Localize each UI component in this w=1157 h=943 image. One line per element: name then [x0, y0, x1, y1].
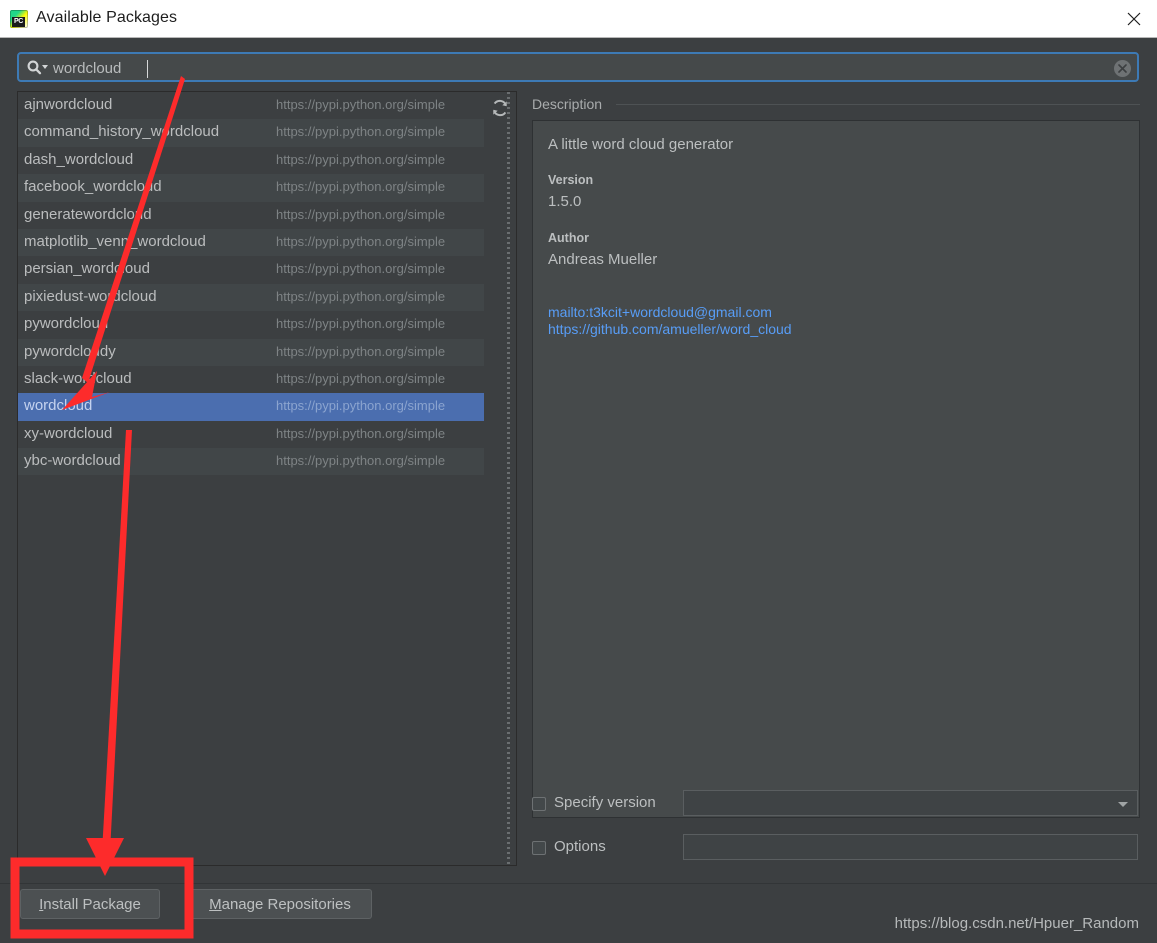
search-field[interactable]: [17, 52, 1139, 82]
package-row[interactable]: facebook_wordcloud https://pypi.python.or…: [18, 174, 485, 202]
list-side-column: [484, 92, 516, 865]
pycharm-icon: [10, 10, 28, 28]
bottom-divider: [0, 883, 1157, 884]
package-row[interactable]: xy-wordcloud https://pypi.python.org/simp…: [18, 420, 485, 449]
package-repository: https://pypi.python.org/simple: [276, 316, 446, 332]
mailto-link[interactable]: mailto:t3kcit+wordcloud@gmail.com: [548, 304, 772, 320]
options-label: Options: [554, 838, 606, 855]
clear-search-icon[interactable]: [1114, 60, 1131, 77]
package-row[interactable]: slack-wordcloud https://pypi.python.org/s…: [18, 365, 485, 394]
version-label: Version: [548, 173, 594, 187]
options-input[interactable]: [683, 834, 1138, 860]
package-row[interactable]: persian_wordcloud https://pypi.python.org…: [18, 256, 485, 284]
options-checkbox[interactable]: [532, 841, 546, 855]
author-label: Author: [548, 231, 589, 245]
description-title: Description: [532, 96, 610, 112]
package-row[interactable]: pywordcloud https://pypi.python.org/simpl…: [18, 311, 485, 339]
package-row[interactable]: command_history_wordcloud https://pypi.py…: [18, 119, 485, 147]
author-value: Andreas Mueller: [548, 251, 658, 268]
package-repository: https://pypi.python.org/simple: [276, 97, 446, 112]
description-header: Description: [532, 96, 1140, 116]
window-title-bar: Available Packages: [0, 0, 1157, 38]
package-name: pywordcloudy: [24, 342, 116, 360]
package-repository: https://pypi.python.org/simple: [276, 261, 446, 277]
package-repository: https://pypi.python.org/simple: [276, 179, 446, 195]
package-row[interactable]: ybc-wordcloud https://pypi.python.org/sim…: [18, 448, 485, 476]
text-cursor: [147, 60, 148, 78]
package-repository: https://pypi.python.org/simple: [276, 288, 446, 304]
package-name: command_history_wordcloud: [24, 123, 220, 141]
package-name: facebook_wordcloud: [24, 178, 162, 196]
package-row[interactable]: pixiedust-wordcloud https://pypi.python.o…: [18, 283, 485, 312]
version-value: 1.5.0: [548, 193, 582, 210]
package-name: pywordcloud: [24, 315, 109, 333]
description-rule: [616, 104, 1140, 105]
package-row[interactable]: ajnwordcloud https://pypi.python.org/simp…: [18, 92, 485, 120]
package-repository: https://pypi.python.org/simple: [276, 233, 446, 249]
package-name: xy-wordcloud: [24, 424, 113, 442]
watermark-text: https://blog.csdn.net/Hpuer_Random: [894, 915, 1139, 932]
available-packages-dialog: ajnwordcloud https://pypi.python.org/simp…: [0, 38, 1157, 943]
package-name: pixiedust-wordcloud: [24, 287, 157, 305]
manage-repositories-button[interactable]: Manage Repositories: [188, 889, 372, 919]
package-repository: https://pypi.python.org/simple: [276, 124, 446, 140]
package-repository: https://pypi.python.org/simple: [276, 453, 446, 469]
description-panel: A little word cloud generator Version 1.…: [532, 120, 1140, 818]
package-repository: https://pypi.python.org/simple: [276, 206, 446, 222]
package-row[interactable]: dash_wordcloud https://pypi.python.org/si…: [18, 146, 485, 175]
search-input[interactable]: [53, 58, 1073, 79]
panel-splitter[interactable]: [507, 92, 510, 865]
manage-label: anage Repositories: [221, 895, 351, 913]
package-repository: https://pypi.python.org/simple: [276, 370, 446, 386]
package-name: matplotlib_venn_wordcloud: [24, 232, 206, 250]
window-title: Available Packages: [36, 9, 178, 26]
package-name: slack-wordcloud: [24, 369, 132, 387]
package-row[interactable]: wordcloud https://pypi.python.org/simple: [18, 393, 485, 421]
package-name: persian_wordcloud: [24, 260, 150, 278]
package-repository: https://pypi.python.org/simple: [276, 398, 446, 414]
chevron-down-icon: [1118, 802, 1128, 807]
package-name: generatewordcloud: [24, 205, 152, 223]
package-name: wordcloud: [24, 397, 93, 415]
homepage-link[interactable]: https://github.com/amueller/word_cloud: [548, 321, 792, 337]
package-name: ybc-wordcloud: [24, 452, 121, 470]
package-row[interactable]: pywordcloudy https://pypi.python.org/simp…: [18, 338, 485, 366]
version-dropdown[interactable]: [683, 790, 1138, 816]
package-repository: https://pypi.python.org/simple: [276, 151, 446, 167]
package-row[interactable]: generatewordcloud https://pypi.python.org…: [18, 201, 485, 229]
search-icon[interactable]: [26, 59, 50, 76]
package-list[interactable]: ajnwordcloud https://pypi.python.org/simp…: [17, 91, 517, 866]
package-name: ajnwordcloud: [24, 96, 113, 113]
package-name: dash_wordcloud: [24, 150, 134, 168]
specify-version-label: Specify version: [554, 794, 656, 811]
package-row[interactable]: matplotlib_venn_wordcloud https://pypi.py…: [18, 228, 485, 257]
package-summary: A little word cloud generator: [548, 136, 734, 153]
install-label: nstall Package: [43, 895, 141, 913]
install-package-button[interactable]: Install Package: [20, 889, 160, 919]
package-repository: https://pypi.python.org/simple: [276, 343, 446, 359]
package-repository: https://pypi.python.org/simple: [276, 425, 446, 441]
close-icon[interactable]: [1111, 0, 1157, 37]
manage-mnemonic: M: [209, 895, 222, 913]
specify-version-checkbox[interactable]: [532, 797, 546, 811]
package-rows: ajnwordcloud https://pypi.python.org/simp…: [18, 92, 485, 476]
